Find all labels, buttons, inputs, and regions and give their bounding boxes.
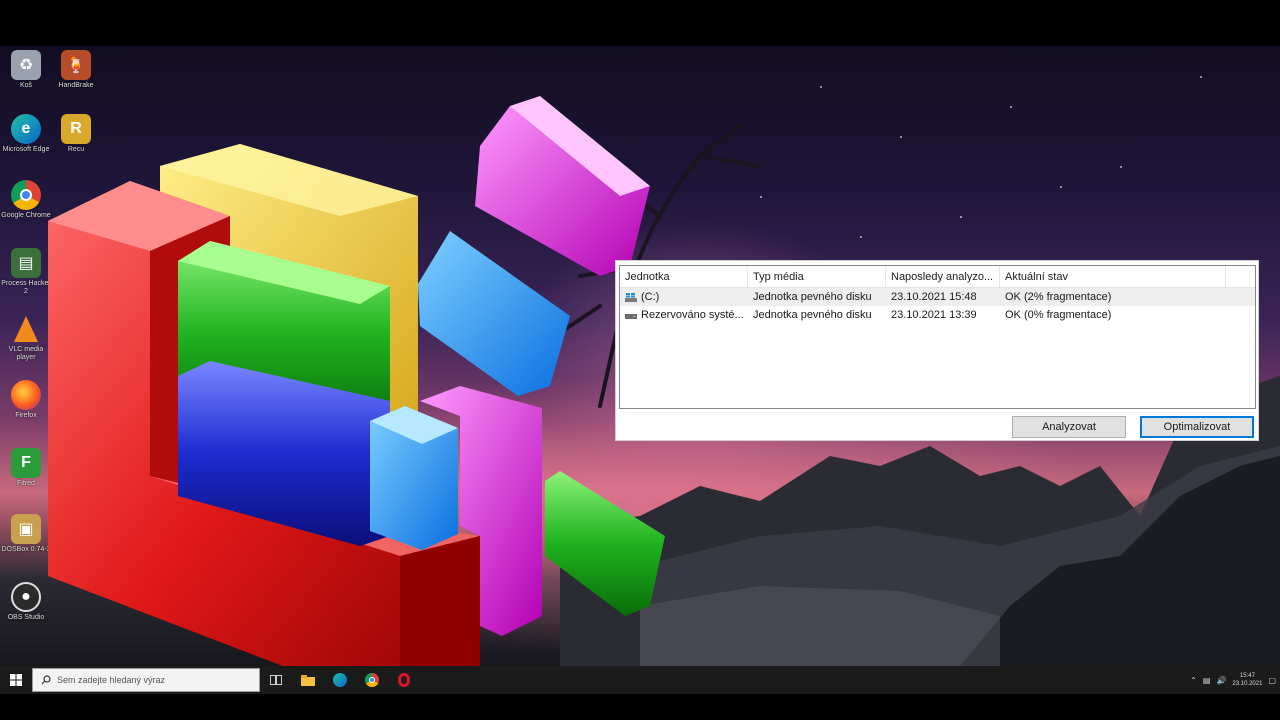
drive-name: Rezervováno systé... [641, 309, 744, 321]
optimize-drives-dialog: Jednotka Typ média Naposledy analyzo... … [615, 260, 1259, 441]
chevron-up-icon[interactable]: ⌃ [1190, 676, 1197, 685]
hard-drive-icon [625, 313, 637, 319]
media-type: Jednotka pevného disku [753, 309, 872, 321]
drive-row-c[interactable]: (C:) Jednotka pevného disku 23.10.2021 1… [620, 288, 1255, 306]
column-header-status[interactable]: Aktuální stav [1000, 266, 1226, 287]
defrag-logo-graphic [48, 96, 665, 666]
analyze-button[interactable]: Analyzovat [1012, 416, 1126, 438]
fifred-icon: F [11, 448, 41, 478]
last-analyzed: 23.10.2021 13:39 [891, 309, 977, 321]
current-status: OK (2% fragmentace) [1005, 291, 1112, 303]
current-status: OK (0% fragmentace) [1005, 309, 1112, 321]
search-icon [41, 675, 51, 685]
drive-name: (C:) [641, 291, 660, 303]
search-placeholder: Sem zadejte hledaný výraz [57, 675, 166, 685]
volume-icon[interactable]: 🔊 [1216, 676, 1226, 685]
drive-list[interactable]: Jednotka Typ média Naposledy analyzo... … [619, 265, 1256, 409]
edge-icon: e [11, 114, 41, 144]
recycle-bin-icon: ♻ [11, 50, 41, 80]
taskbar-search-input[interactable]: Sem zadejte hledaný výraz [32, 668, 260, 692]
desktop: ♻ Koš 🍹 HandBrake e Microsoft Edge R Rec… [0, 46, 1280, 666]
opera-taskbar-button[interactable] [388, 666, 420, 694]
chrome-taskbar-button[interactable] [356, 666, 388, 694]
chrome-icon [11, 180, 41, 210]
dosbox-icon: ▣ [11, 514, 41, 544]
column-header-media-type[interactable]: Typ média [748, 266, 886, 287]
windows-logo-icon [10, 674, 22, 686]
clock-date: 23.10.2021 [1232, 681, 1263, 687]
firefox-icon [11, 380, 41, 410]
column-header-last-analyzed[interactable]: Naposledy analyzo... [886, 266, 1000, 287]
drive-list-header: Jednotka Typ média Naposledy analyzo... … [620, 266, 1255, 288]
file-explorer-button[interactable] [292, 666, 324, 694]
windows-drive-icon [625, 292, 637, 302]
folder-icon [301, 674, 315, 686]
task-view-button[interactable] [260, 666, 292, 694]
optimize-button[interactable]: Optimalizovat [1140, 416, 1254, 438]
drive-row-reserved[interactable]: Rezervováno systé... Jednotka pevného di… [620, 306, 1255, 324]
system-tray: ⌃ ▤ 🔊 15:47 23.10.2021 ▢ [1190, 666, 1276, 694]
edge-taskbar-button[interactable] [324, 666, 356, 694]
start-button[interactable] [0, 666, 32, 694]
column-header-drive[interactable]: Jednotka [620, 266, 748, 287]
edge-icon [333, 673, 347, 687]
process-hacker-icon: ▤ [11, 248, 41, 278]
task-view-icon [270, 675, 282, 685]
clock[interactable]: 15:47 23.10.2021 [1232, 672, 1262, 688]
opera-icon [398, 673, 410, 687]
clock-time: 15:47 [1239, 673, 1255, 679]
chrome-icon [365, 673, 379, 687]
vlc-cone-icon [11, 314, 41, 344]
network-icon[interactable]: ▤ [1203, 676, 1211, 685]
notification-icon[interactable]: ▢ [1268, 676, 1276, 685]
last-analyzed: 23.10.2021 15:48 [891, 291, 977, 303]
obs-icon: ● [11, 582, 41, 612]
taskbar: Sem zadejte hledaný výraz ⌃ ▤ 🔊 15:47 23… [0, 666, 1280, 694]
media-type: Jednotka pevného disku [753, 291, 872, 303]
